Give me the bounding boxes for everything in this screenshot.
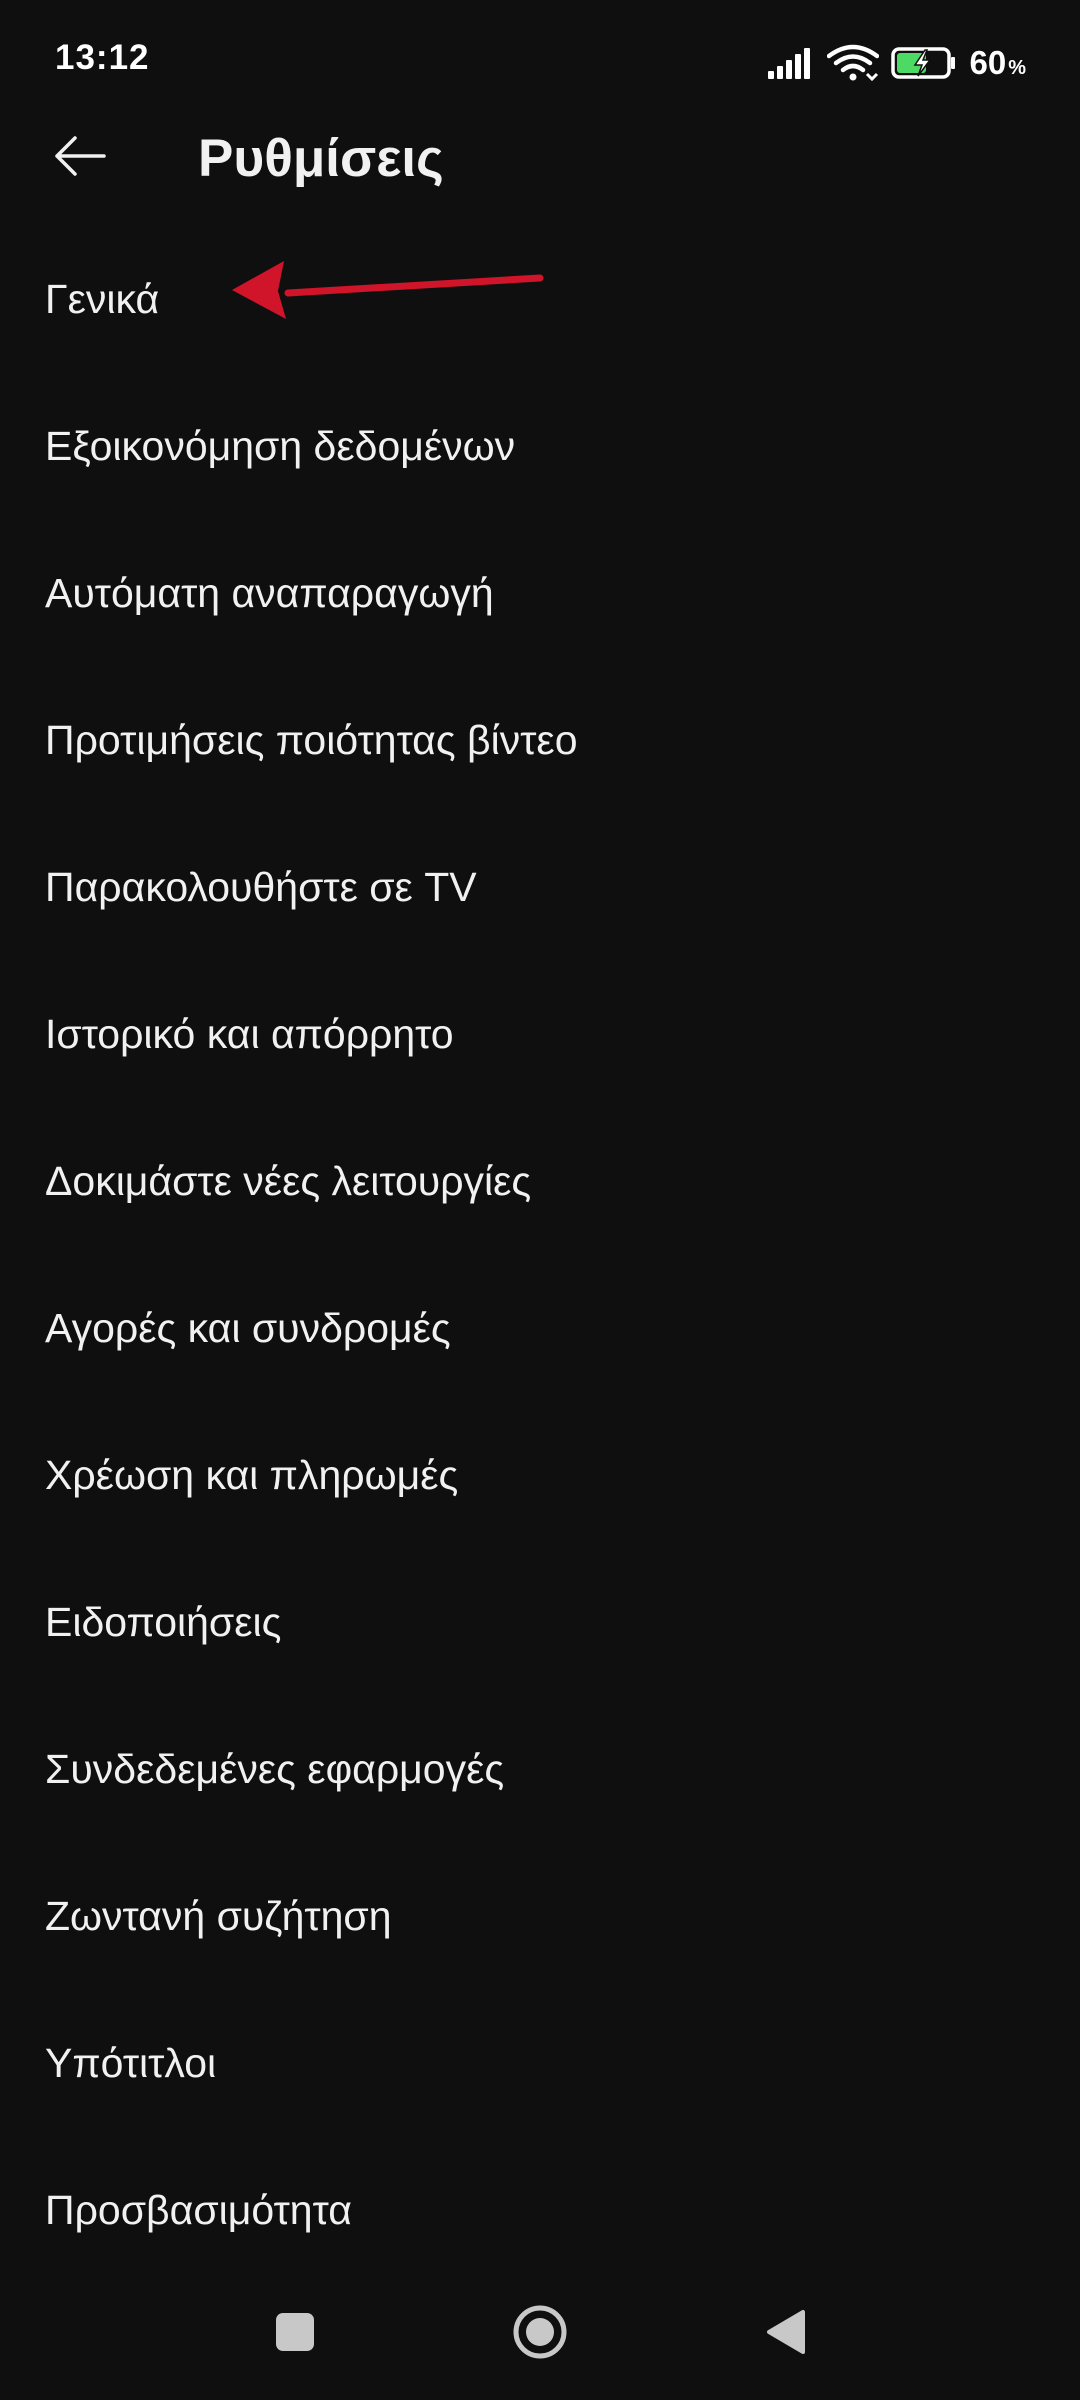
- battery-value: 60: [969, 44, 1007, 81]
- settings-item-live-chat[interactable]: Ζωντανή συζήτηση: [0, 1843, 1080, 1990]
- recent-apps-button[interactable]: [255, 2292, 335, 2372]
- settings-item-try-new-features[interactable]: Δοκιμάστε νέες λειτουργίες: [0, 1108, 1080, 1255]
- wifi-icon: [827, 44, 880, 82]
- settings-item-accessibility[interactable]: Προσβασιμότητα: [0, 2137, 1080, 2284]
- annotation-arrow-icon: [232, 261, 544, 319]
- status-time: 13:12: [55, 38, 150, 77]
- system-nav-bar: [0, 2270, 1080, 2400]
- recent-apps-icon: [276, 2313, 314, 2351]
- settings-item-data-saving[interactable]: Εξοικονόμηση δεδομένων: [0, 373, 1080, 520]
- signal-icon: [768, 48, 811, 79]
- page-title: Ρυθμίσεις: [198, 129, 444, 188]
- settings-item-connected-apps[interactable]: Συνδεδεμένες εφαρμογές: [0, 1696, 1080, 1843]
- arrow-left-icon: [55, 136, 106, 176]
- status-icons: 60%: [767, 38, 1026, 88]
- settings-item-video-quality[interactable]: Προτιμήσεις ποιότητας βίντεο: [0, 667, 1080, 814]
- settings-item-watch-on-tv[interactable]: Παρακολουθήστε σε TV: [0, 814, 1080, 961]
- settings-item-captions[interactable]: Υπότιτλοι: [0, 1990, 1080, 2137]
- settings-item-history-privacy[interactable]: Ιστορικό και απόρρητο: [0, 961, 1080, 1108]
- settings-item-autoplay[interactable]: Αυτόματη αναπαραγωγή: [0, 520, 1080, 667]
- back-triangle-icon: [767, 2310, 805, 2354]
- battery-charging-icon: [891, 47, 956, 79]
- back-button[interactable]: [44, 120, 116, 192]
- status-bar: 13:12 60%: [0, 0, 1080, 120]
- battery-percentage: 60%: [969, 44, 1026, 82]
- settings-list: Γενικά Εξοικονόμηση δεδομένων Αυτόματη α…: [0, 226, 1080, 2284]
- battery-unit: %: [1008, 57, 1026, 79]
- home-button[interactable]: [500, 2292, 580, 2372]
- nav-back-button[interactable]: [745, 2292, 825, 2372]
- settings-item-notifications[interactable]: Ειδοποιήσεις: [0, 1549, 1080, 1696]
- home-icon: [513, 2305, 567, 2359]
- app-header: Ρυθμίσεις: [0, 120, 1080, 200]
- settings-item-purchases-memberships[interactable]: Αγορές και συνδρομές: [0, 1255, 1080, 1402]
- settings-item-billing-payments[interactable]: Χρέωση και πληρωμές: [0, 1402, 1080, 1549]
